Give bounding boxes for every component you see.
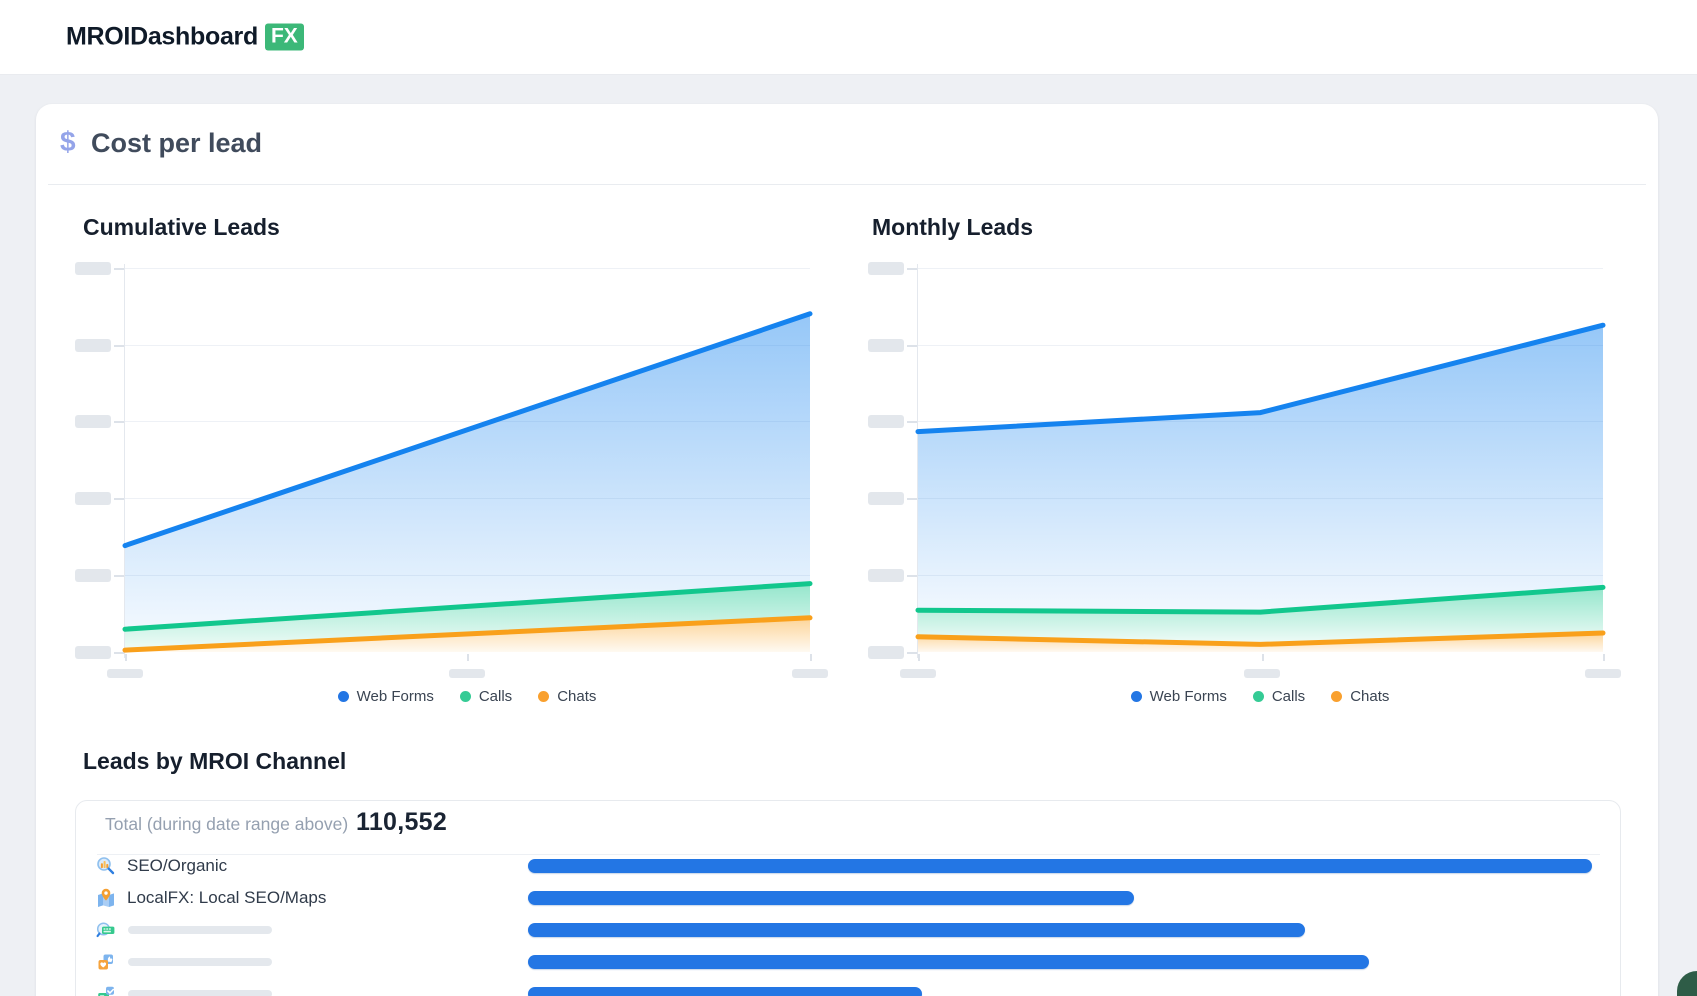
y-tick-label-redacted	[75, 262, 111, 275]
page: MROIDashboard FX $ Cost per lead Cumulat…	[0, 0, 1697, 996]
x-tick-label-redacted	[792, 669, 828, 678]
legend-item-chats[interactable]: Chats	[1331, 688, 1389, 705]
y-tick-mark	[114, 421, 124, 423]
y-tick-label-redacted	[75, 569, 111, 582]
area-fill-webforms	[125, 314, 810, 629]
total-label: Total (during date range above)	[105, 814, 348, 835]
channel-label-redacted	[128, 990, 272, 996]
x-tick-label-redacted	[900, 669, 936, 678]
chat-widget-corner-decoration[interactable]	[1677, 971, 1697, 996]
legend-label: Calls	[1272, 688, 1305, 705]
x-tick-label-redacted	[449, 669, 485, 678]
chart-title-monthly-leads: Monthly Leads	[872, 214, 1033, 241]
y-tick-mark	[114, 268, 124, 270]
legend-item-webforms[interactable]: Web Forms	[338, 688, 434, 705]
legend-item-chats[interactable]: Chats	[538, 688, 596, 705]
area-chart-monthly	[918, 270, 1603, 653]
legend-dot-chats-icon	[1331, 691, 1342, 702]
legend-dot-chats-icon	[538, 691, 549, 702]
y-tick-label-redacted	[868, 492, 904, 505]
x-tick-label-redacted	[1585, 669, 1621, 678]
chart-legend: Web Forms Calls Chats	[1060, 688, 1460, 705]
area-chart-cumulative	[125, 270, 810, 653]
y-tick-label-redacted	[868, 646, 904, 659]
x-tick-label-redacted	[1244, 669, 1280, 678]
channel-bar	[528, 859, 1592, 873]
channel-bar	[528, 891, 1134, 905]
y-tick-label-redacted	[75, 415, 111, 428]
y-tick-mark	[907, 345, 917, 347]
x-tick-mark	[918, 654, 920, 661]
y-tick-mark	[907, 421, 917, 423]
keyword-search-icon	[96, 920, 116, 940]
app-header: MROIDashboard FX	[0, 0, 1697, 75]
legend-item-calls[interactable]: Calls	[460, 688, 512, 705]
logo-text: MROIDashboard	[66, 23, 258, 52]
x-tick-mark	[125, 654, 127, 661]
seo-organic-icon	[96, 856, 116, 876]
area-fill-webforms	[918, 325, 1603, 612]
x-tick-mark	[810, 654, 812, 661]
logo-badge: FX	[265, 24, 304, 51]
channel-label: SEO/Organic	[127, 856, 227, 876]
card-title: Cost per lead	[91, 128, 262, 159]
y-tick-label-redacted	[868, 339, 904, 352]
channel-bar	[528, 923, 1305, 937]
channel-label: LocalFX: Local SEO/Maps	[127, 888, 326, 908]
legend-label: Web Forms	[1150, 688, 1227, 705]
local-seo-maps-icon	[96, 888, 116, 908]
chart-title-cumulative-leads: Cumulative Leads	[83, 214, 280, 241]
card-header: $ Cost per lead	[48, 104, 1646, 185]
legend-dot-webforms-icon	[338, 691, 349, 702]
gridline	[125, 268, 810, 269]
y-tick-mark	[907, 498, 917, 500]
y-tick-label-redacted	[868, 569, 904, 582]
cost-per-lead-card: $ Cost per lead Cumulative Leads Monthly…	[36, 104, 1658, 996]
legend-dot-calls-icon	[460, 691, 471, 702]
legend-item-webforms[interactable]: Web Forms	[1131, 688, 1227, 705]
channel-bar	[528, 955, 1369, 969]
channel-label-redacted	[128, 958, 272, 966]
x-tick-mark	[467, 654, 469, 661]
y-tick-mark	[114, 345, 124, 347]
commerce-ads-icon	[96, 984, 116, 996]
legend-label: Chats	[1350, 688, 1389, 705]
total-value: 110,552	[356, 808, 447, 837]
channel-bar	[528, 987, 922, 996]
y-tick-label-redacted	[75, 339, 111, 352]
legend-label: Web Forms	[357, 688, 434, 705]
x-tick-mark	[1603, 654, 1605, 661]
legend-dot-webforms-icon	[1131, 691, 1142, 702]
y-tick-label-redacted	[75, 646, 111, 659]
app-logo: MROIDashboard FX	[66, 23, 304, 52]
y-tick-label-redacted	[868, 415, 904, 428]
chart-legend: Web Forms Calls Chats	[267, 688, 667, 705]
leads-section-title: Leads by MROI Channel	[83, 748, 346, 775]
y-tick-label-redacted	[75, 492, 111, 505]
y-tick-label-redacted	[868, 262, 904, 275]
y-tick-mark	[114, 498, 124, 500]
x-tick-label-redacted	[107, 669, 143, 678]
legend-dot-calls-icon	[1253, 691, 1264, 702]
social-media-icon	[96, 952, 116, 972]
gridline	[918, 268, 1603, 269]
dollar-icon: $	[60, 126, 76, 158]
legend-label: Chats	[557, 688, 596, 705]
channel-label-redacted	[128, 926, 272, 934]
y-tick-mark	[114, 575, 124, 577]
y-tick-mark	[907, 652, 917, 654]
panel-divider	[97, 854, 1600, 855]
x-tick-mark	[1262, 654, 1264, 661]
y-tick-mark	[907, 575, 917, 577]
y-tick-mark	[907, 268, 917, 270]
legend-item-calls[interactable]: Calls	[1253, 688, 1305, 705]
legend-label: Calls	[479, 688, 512, 705]
y-tick-mark	[114, 652, 124, 654]
